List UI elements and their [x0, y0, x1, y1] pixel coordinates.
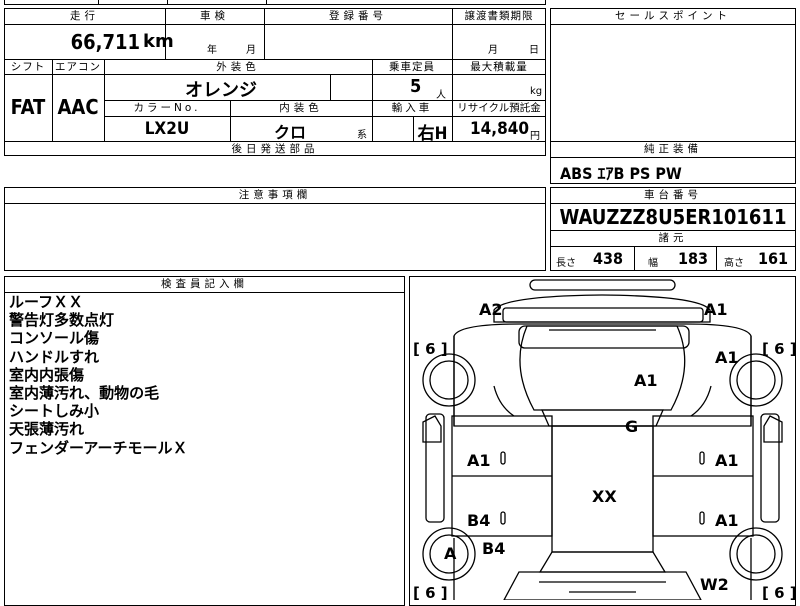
exterior-color-value: オレンジ [185, 80, 257, 101]
transfer-deadline-header: 譲渡書類期限 [464, 10, 534, 22]
mileage-header: 走行 [70, 10, 99, 22]
tire-tread-front-left: [ 6 ] [413, 340, 448, 358]
sales-point-header: セールスポイント [615, 10, 731, 22]
shift-header: シフト [10, 61, 46, 73]
inspector-note: 天張薄汚れ [9, 420, 85, 439]
mileage-value: 66,711 [70, 30, 140, 54]
damage-mark: A1 [715, 511, 739, 530]
inspection-year-label: 年 [207, 45, 217, 56]
damage-mark: A1 [715, 451, 739, 470]
inspector-notes: ルーフＸＸ 警告灯多数点灯 コンソール傷 ハンドルすれ 室内内張傷 室内薄汚れ、… [9, 293, 188, 457]
windshield-shape [541, 409, 664, 427]
interior-color-value: クロ [273, 123, 306, 142]
later-parts-header: 後日発送部品 [231, 143, 319, 155]
chassis-value: WAUZZZ8U5ER101611 [559, 205, 787, 229]
body-outline [453, 323, 752, 427]
top-strip-cell-1 [4, 0, 99, 5]
capacity-header: 乗車定員 [389, 61, 435, 73]
max-load-unit: kg [530, 86, 543, 97]
top-strip-cell-3 [167, 0, 267, 5]
inspector-note: コンソール傷 [9, 329, 100, 348]
registration-header: 登録番号 [329, 10, 387, 22]
damage-mark: A1 [634, 371, 658, 390]
damage-mark: A [444, 544, 457, 563]
width-value: 183 [678, 249, 709, 268]
damage-mark: A2 [479, 300, 503, 319]
equipment-value: ABS ｴｱB PS PW [560, 164, 682, 183]
length-value: 438 [593, 249, 624, 268]
aircon-value: AAC [57, 95, 99, 119]
transfer-day-label: 日 [529, 45, 539, 56]
capacity-unit: 人 [436, 90, 446, 101]
transfer-month-label: 月 [488, 45, 498, 56]
rear-right-wheel-shape [729, 527, 783, 581]
interior-color-header: 内装色 [279, 102, 323, 114]
mileage-unit: km [143, 31, 174, 52]
damage-mark: W2 [700, 575, 729, 594]
damage-mark: A1 [715, 348, 739, 367]
inspector-note: 室内薄汚れ、動物の毛 [9, 384, 160, 403]
tire-tread-front-right: [ 6 ] [762, 340, 796, 358]
inspector-note: シートしみ小 [9, 402, 100, 421]
aircon-header: エアコン [55, 61, 101, 73]
color-no-header: カラーNo. [133, 102, 201, 114]
recycle-header: リサイクル預託金 [457, 102, 541, 114]
height-label: 高さ [724, 258, 744, 269]
inspector-note: 警告灯多数点灯 [9, 311, 115, 330]
inspector-note: ルーフＸＸ [9, 293, 84, 311]
front-plate-shape [529, 279, 676, 291]
inspector-note: フェンダーアーチモールＸ [9, 438, 188, 457]
height-value: 161 [758, 249, 789, 268]
hood-shape [519, 325, 686, 411]
damage-mark: B4 [482, 539, 505, 558]
tire-tread-rear-left: [ 6 ] [413, 584, 448, 600]
top-strip-cell-4 [266, 0, 546, 5]
inspector-note: ハンドルすれ [9, 347, 100, 366]
spec-header: 諸元 [658, 232, 688, 244]
damage-mark: B4 [467, 511, 490, 530]
capacity-value: 5 [410, 76, 422, 97]
width-label: 幅 [648, 258, 658, 269]
damage-mark: G [625, 417, 638, 436]
inspector-note: 室内内張傷 [9, 365, 85, 384]
caution-header: 注意事項欄 [238, 189, 312, 201]
inspection-header: 車検 [200, 10, 229, 22]
damage-mark: A1 [467, 451, 491, 470]
recycle-value: 14,840 [470, 119, 530, 139]
import-value: 右H [417, 124, 448, 144]
sales-point-box [550, 8, 796, 142]
max-load-header: 最大積載量 [470, 61, 528, 73]
car-diagram: [ 6 ] [ 6 ] [ 6 ] [ 6 ] A2 A1 A1 A1 G A1… [413, 279, 796, 600]
chassis-header: 車台番号 [644, 189, 702, 201]
shift-value: FAT [10, 95, 46, 119]
inspection-month-label: 月 [246, 45, 256, 56]
interior-color-suffix: 系 [357, 130, 367, 141]
top-strip-cell-2 [98, 0, 168, 5]
recycle-unit: 円 [530, 131, 540, 142]
front-left-wheel-shape [422, 353, 476, 407]
equipment-header: 純正装備 [644, 143, 702, 155]
damage-mark: XX [592, 487, 617, 506]
tire-tread-rear-right: [ 6 ] [762, 584, 796, 600]
import-header: 輸入車 [391, 102, 433, 114]
damage-mark: A1 [704, 300, 728, 319]
inspector-header: 検査員記入欄 [161, 278, 248, 290]
length-label: 長さ [556, 258, 576, 269]
color-no-value: LX2U [144, 119, 190, 139]
exterior-color-header: 外装色 [216, 61, 260, 73]
